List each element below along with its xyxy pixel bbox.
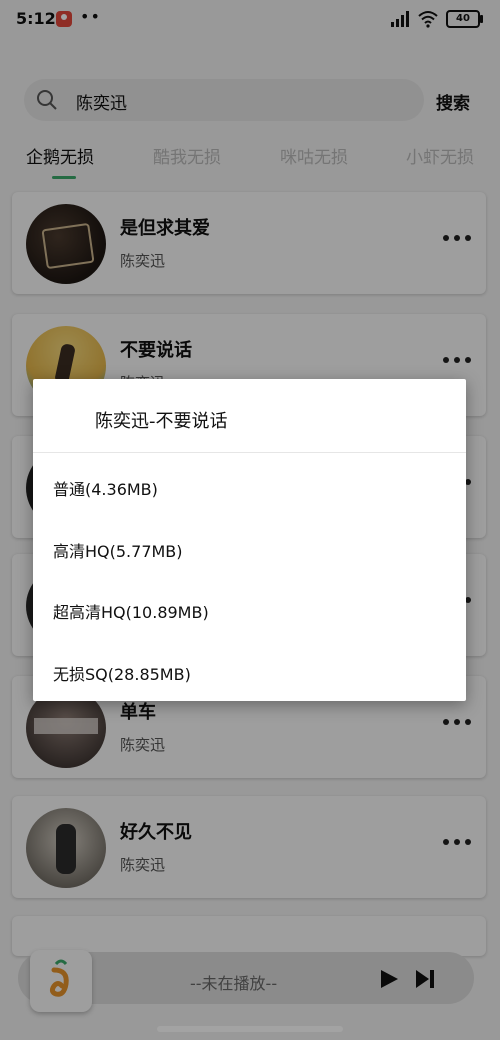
dialog-title: 陈奕迅-不要说话 — [95, 411, 228, 432]
dialog-divider — [33, 452, 466, 453]
quality-option-super-hq[interactable]: 超高清HQ(10.89MB) — [53, 599, 209, 623]
quality-select-dialog: 陈奕迅-不要说话 普通(4.36MB) 高清HQ(5.77MB) 超高清HQ(1… — [33, 379, 466, 701]
quality-option-lossless-sq[interactable]: 无损SQ(28.85MB) — [53, 661, 191, 685]
screen: 5:12 •• 40 搜索 企鹅无损 — [0, 0, 500, 1040]
quality-option-hq[interactable]: 高清HQ(5.77MB) — [53, 538, 183, 562]
quality-option-standard[interactable]: 普通(4.36MB) — [53, 476, 158, 500]
